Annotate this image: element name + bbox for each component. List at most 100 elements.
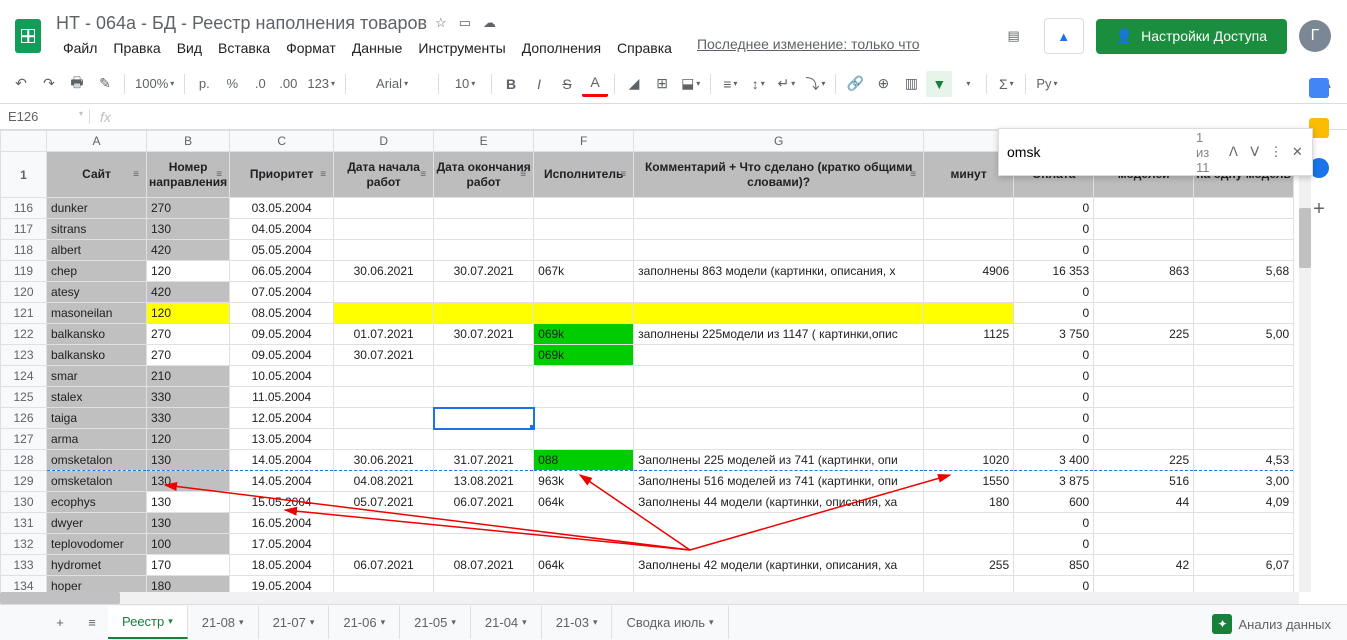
hdr-d1[interactable]: Дата начала работ≡ xyxy=(334,152,434,198)
cell[interactable]: 225 xyxy=(1094,450,1194,471)
cell[interactable] xyxy=(1094,198,1194,219)
cell[interactable]: Заполнены 225 моделей из 741 (картинки, … xyxy=(634,450,924,471)
vertical-scrollbar[interactable] xyxy=(1299,128,1311,592)
row-hdr[interactable]: 121 xyxy=(1,303,47,324)
cell[interactable]: 0 xyxy=(1014,219,1094,240)
valign-button[interactable]: ↕ xyxy=(745,71,771,97)
present-button[interactable]: ▲ xyxy=(1044,18,1084,54)
cell[interactable]: 3,00 xyxy=(1194,471,1294,492)
filter-views-button[interactable] xyxy=(954,71,980,97)
cell[interactable]: teplovodomer xyxy=(47,534,147,555)
cell[interactable]: 0 xyxy=(1014,345,1094,366)
cell[interactable] xyxy=(1094,408,1194,429)
cell[interactable] xyxy=(924,198,1014,219)
row-hdr-1[interactable]: 1 xyxy=(1,152,47,198)
cell[interactable] xyxy=(634,198,924,219)
number-format-select[interactable]: 123 xyxy=(303,71,339,97)
cell[interactable] xyxy=(434,198,534,219)
cell[interactable]: 270 xyxy=(147,345,230,366)
avatar[interactable]: Г xyxy=(1299,20,1331,52)
cell[interactable]: 18.05.2004 xyxy=(230,555,334,576)
cell[interactable]: arma xyxy=(47,429,147,450)
cell[interactable]: 42 xyxy=(1094,555,1194,576)
cell[interactable]: 17.05.2004 xyxy=(230,534,334,555)
row-hdr[interactable]: 125 xyxy=(1,387,47,408)
cell[interactable]: 07.05.2004 xyxy=(230,282,334,303)
cell[interactable] xyxy=(534,534,634,555)
cell[interactable] xyxy=(534,198,634,219)
cell[interactable]: 088 xyxy=(534,450,634,471)
cell[interactable]: hydromet xyxy=(47,555,147,576)
cell[interactable] xyxy=(924,387,1014,408)
find-close-icon[interactable]: ✕ xyxy=(1291,140,1304,164)
cell[interactable] xyxy=(534,429,634,450)
strike-button[interactable]: S xyxy=(554,71,580,97)
row-hdr[interactable]: 118 xyxy=(1,240,47,261)
cell[interactable] xyxy=(1094,240,1194,261)
menu-data[interactable]: Данные xyxy=(345,36,410,60)
cell[interactable]: 6,07 xyxy=(1194,555,1294,576)
find-input[interactable] xyxy=(1007,144,1188,160)
cell[interactable]: 4906 xyxy=(924,261,1014,282)
cell[interactable] xyxy=(334,387,434,408)
document-title[interactable]: НТ - 064а - БД - Реестр наполнения товар… xyxy=(56,13,427,34)
cell[interactable]: 30.07.2021 xyxy=(434,261,534,282)
link-button[interactable]: 🔗 xyxy=(842,71,868,97)
cell[interactable] xyxy=(1094,387,1194,408)
cell[interactable] xyxy=(1094,429,1194,450)
cell[interactable]: 130 xyxy=(147,492,230,513)
cell[interactable]: 05.07.2021 xyxy=(334,492,434,513)
cell[interactable]: 0 xyxy=(1014,387,1094,408)
cell[interactable]: Заполнены 42 модели (картинки, описания,… xyxy=(634,555,924,576)
cell[interactable] xyxy=(1194,198,1294,219)
increase-decimal-button[interactable]: .00 xyxy=(275,71,301,97)
cell[interactable]: chep xyxy=(47,261,147,282)
menu-view[interactable]: Вид xyxy=(170,36,209,60)
cell[interactable]: 0 xyxy=(1014,366,1094,387)
cell[interactable] xyxy=(434,219,534,240)
text-color-button[interactable]: A xyxy=(582,71,608,97)
cell[interactable]: 5,00 xyxy=(1194,324,1294,345)
cell[interactable]: 0 xyxy=(1014,513,1094,534)
row-hdr[interactable]: 129 xyxy=(1,471,47,492)
cell[interactable] xyxy=(634,366,924,387)
cell[interactable]: 130 xyxy=(147,219,230,240)
cell[interactable]: 11.05.2004 xyxy=(230,387,334,408)
cell[interactable] xyxy=(1194,303,1294,324)
row-hdr[interactable]: 133 xyxy=(1,555,47,576)
menu-insert[interactable]: Вставка xyxy=(211,36,277,60)
cell[interactable]: omsketalon xyxy=(47,471,147,492)
cell[interactable] xyxy=(334,366,434,387)
redo-icon[interactable]: ↷ xyxy=(36,71,62,97)
hdr-site[interactable]: Сайт≡ xyxy=(47,152,147,198)
row-hdr[interactable]: 126 xyxy=(1,408,47,429)
name-box[interactable]: E126 xyxy=(0,109,90,124)
cell[interactable] xyxy=(1194,219,1294,240)
cell[interactable] xyxy=(334,513,434,534)
col-B[interactable]: B xyxy=(147,131,230,152)
functions-button[interactable]: Σ xyxy=(993,71,1019,97)
cell[interactable] xyxy=(634,345,924,366)
cell[interactable]: 0 xyxy=(1014,240,1094,261)
cell[interactable]: 31.07.2021 xyxy=(434,450,534,471)
row-hdr[interactable]: 117 xyxy=(1,219,47,240)
hdr-num[interactable]: Номер направления≡ xyxy=(147,152,230,198)
cell[interactable] xyxy=(534,366,634,387)
last-edit-link[interactable]: Последнее изменение: только что xyxy=(697,36,920,60)
cell[interactable]: 30.07.2021 xyxy=(334,345,434,366)
cell[interactable]: 863 xyxy=(1094,261,1194,282)
cell[interactable] xyxy=(1194,513,1294,534)
sheets-logo[interactable] xyxy=(8,16,48,56)
chart-button[interactable]: ▥ xyxy=(898,71,924,97)
cell[interactable]: dunker xyxy=(47,198,147,219)
halign-button[interactable]: ≡ xyxy=(717,71,743,97)
cell[interactable]: 0 xyxy=(1014,303,1094,324)
filter-icon[interactable]: ≡ xyxy=(616,168,630,182)
cell[interactable]: 3 400 xyxy=(1014,450,1094,471)
col-E[interactable]: E xyxy=(434,131,534,152)
cell[interactable] xyxy=(534,219,634,240)
cell[interactable]: 08.07.2021 xyxy=(434,555,534,576)
cell[interactable] xyxy=(434,513,534,534)
filter-icon[interactable]: ≡ xyxy=(316,168,330,182)
comments-icon[interactable]: ▤ xyxy=(996,18,1032,54)
